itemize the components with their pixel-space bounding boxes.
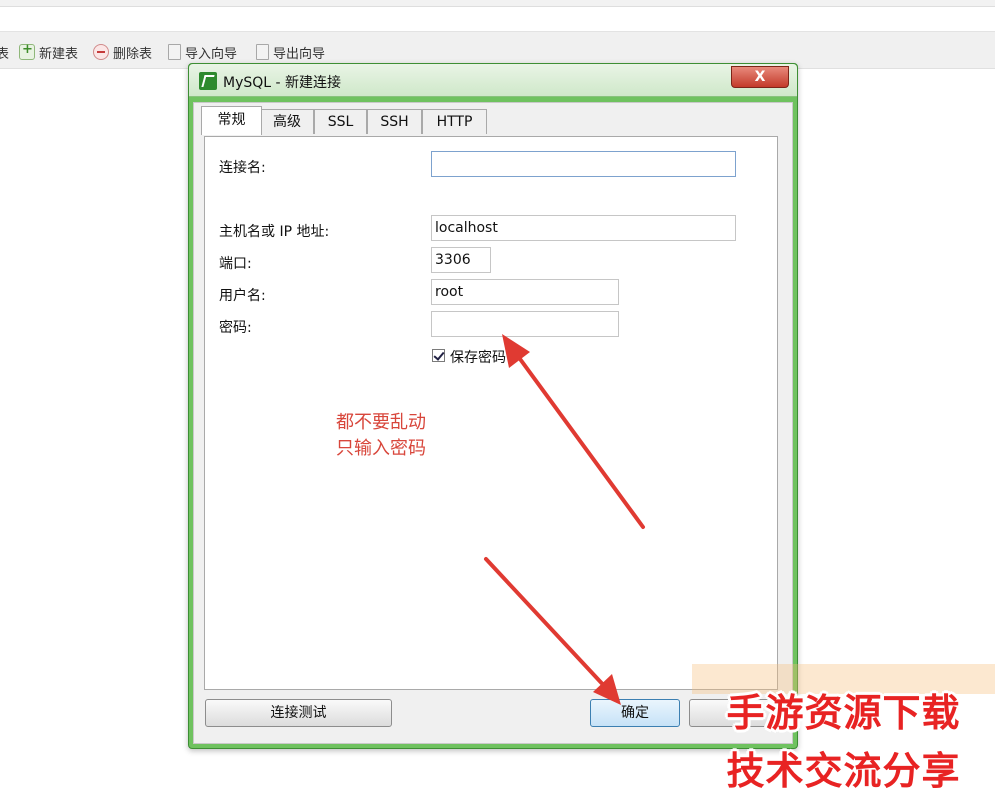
- watermark-line1: 手游资源下载: [726, 691, 961, 735]
- tab-general[interactable]: 常规: [201, 106, 262, 135]
- arrow-to-password: [502, 334, 645, 529]
- watermark: 手游资源下载 技术交流分享: [692, 664, 995, 805]
- arrow-to-ok-button: [484, 557, 621, 705]
- watermark-line2: 技术交流分享: [726, 749, 961, 793]
